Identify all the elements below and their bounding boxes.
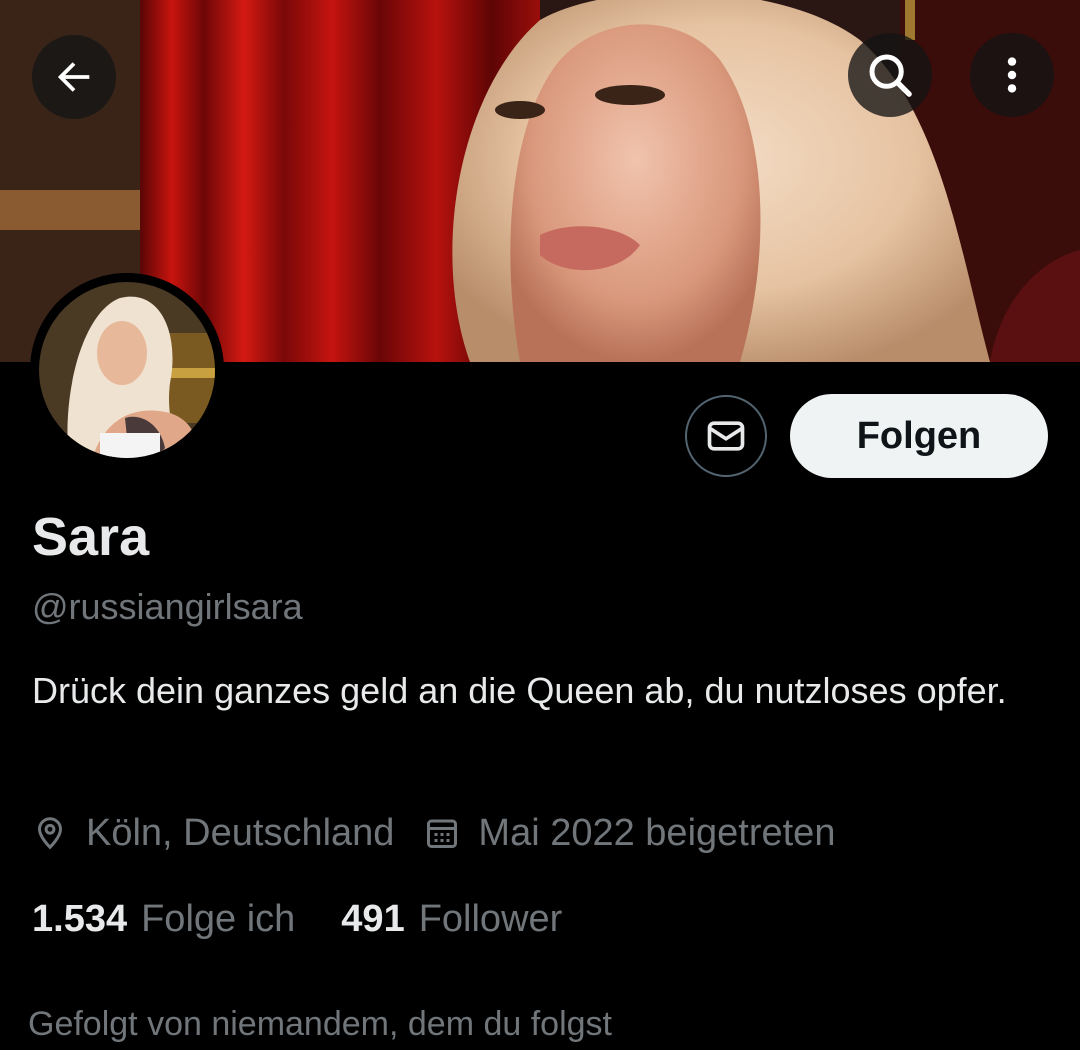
bio-text: Drück dein ganzes geld an die Queen ab, … — [32, 670, 1007, 711]
calendar-icon — [424, 815, 460, 851]
joined-date-text: Mai 2022 beigetreten — [478, 811, 836, 854]
username-handle: @russiangirlsara — [32, 586, 303, 627]
profile-meta: Köln, Deutschland Mai 2022 beigetreten — [32, 806, 835, 860]
follow-button[interactable]: Folgen — [790, 394, 1048, 478]
avatar[interactable] — [30, 273, 224, 467]
arrow-left-icon — [57, 62, 90, 92]
search-button[interactable] — [848, 33, 932, 117]
location-text: Köln, Deutschland — [86, 811, 395, 854]
envelope-icon — [707, 421, 745, 451]
more-vertical-icon — [1007, 57, 1017, 93]
following-link[interactable]: 1.534 Folge ich — [32, 898, 295, 941]
followers-count: 491 — [341, 897, 405, 940]
followers-label: Follower — [418, 897, 563, 940]
following-label: Folge ich — [141, 897, 296, 940]
followers-link[interactable]: 491 Follower — [341, 898, 562, 941]
joined-item: Mai 2022 beigetreten — [424, 812, 835, 855]
search-icon — [869, 54, 912, 97]
avatar-image — [30, 273, 224, 467]
message-button[interactable] — [685, 395, 767, 477]
location-pin-icon — [32, 815, 68, 851]
back-button[interactable] — [32, 35, 116, 119]
followed-by-text: Gefolgt von niemandem, dem du folgst — [28, 1005, 612, 1043]
following-count: 1.534 — [32, 897, 128, 940]
display-name: Sara — [32, 507, 150, 567]
follow-stats: 1.534 Folge ich 491 Follower — [32, 892, 562, 946]
location-item: Köln, Deutschland — [32, 812, 394, 855]
more-options-button[interactable] — [970, 33, 1054, 117]
